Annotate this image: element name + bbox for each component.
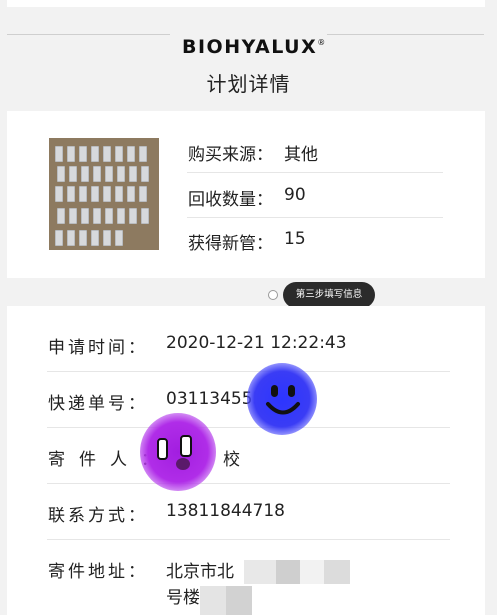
summary-card: 购买来源： 其他 回收数量： 90 获得新管： 15 — [7, 111, 485, 278]
privacy-mosaic — [244, 560, 276, 584]
privacy-mosaic — [226, 586, 252, 615]
tube-icon — [117, 166, 125, 182]
tube-icon — [115, 146, 123, 162]
tube-icon — [91, 146, 99, 162]
summary-value: 90 — [284, 185, 306, 205]
summary-label: 回收数量： — [188, 190, 273, 210]
brand-logo: BIOHYALUX® — [182, 36, 327, 58]
page-title: 计划详情 — [206, 72, 291, 96]
tube-icon — [139, 146, 147, 162]
tube-icon — [67, 186, 75, 202]
tube-icon — [79, 146, 87, 162]
summary-value: 15 — [284, 229, 306, 249]
sticker-eye — [180, 435, 192, 457]
tube-icon — [115, 230, 123, 246]
detail-label: 快递单号： — [48, 394, 148, 414]
tube-icon — [79, 230, 87, 246]
sticker-tongue — [176, 458, 190, 470]
tube-icon — [55, 146, 63, 162]
summary-row-source: 购买来源： 其他 — [187, 128, 443, 173]
tube-icon — [103, 230, 111, 246]
summary-label: 购买来源： — [188, 145, 273, 165]
product-photo[interactable] — [49, 138, 159, 250]
tube-icon — [57, 208, 65, 224]
tube-icon — [141, 166, 149, 182]
detail-row-apply-time: 申请时间： 2020-12-21 12:22:43 — [47, 316, 450, 372]
tube-icon — [105, 166, 113, 182]
summary-label: 获得新管： — [188, 234, 273, 254]
tube-icon — [139, 186, 147, 202]
detail-value-line2: 号楼 — [166, 588, 200, 608]
divider-right — [327, 34, 484, 35]
smiley-sticker-icon — [247, 363, 317, 435]
detail-label: 联系方式： — [48, 506, 148, 526]
tube-icon — [91, 186, 99, 202]
tube-icon — [115, 186, 123, 202]
tube-icon — [81, 166, 89, 182]
tube-icon — [105, 208, 113, 224]
detail-value: 2020-12-21 12:22:43 — [166, 333, 347, 353]
tube-icon — [103, 146, 111, 162]
detail-value: 北京市北 — [166, 562, 234, 582]
brand-header: BIOHYALUX® — [0, 34, 497, 68]
sticker-eye — [157, 438, 168, 460]
tube-icon — [129, 208, 137, 224]
tube-icon — [79, 186, 87, 202]
tube-icon — [117, 208, 125, 224]
tube-icon — [141, 208, 149, 224]
tube-icon — [81, 208, 89, 224]
tube-icon — [91, 230, 99, 246]
tube-icon — [93, 166, 101, 182]
privacy-mosaic — [276, 560, 300, 584]
detail-row-contact: 联系方式： 13811844718 — [47, 484, 450, 540]
step-indicator-dot — [268, 290, 278, 300]
summary-row-new-tubes: 获得新管： 15 — [187, 217, 443, 261]
silly-face-sticker-icon — [140, 413, 216, 491]
privacy-mosaic — [324, 560, 350, 584]
privacy-mosaic — [300, 560, 324, 584]
tube-icon — [69, 208, 77, 224]
privacy-mosaic — [200, 586, 226, 615]
tube-icon — [69, 166, 77, 182]
tube-icon — [67, 146, 75, 162]
summary-value: 其他 — [284, 145, 318, 165]
tube-icon — [93, 208, 101, 224]
detail-value: 13811844718 — [166, 501, 285, 521]
summary-row-quantity: 回收数量： 90 — [187, 173, 443, 218]
tube-icon — [127, 146, 135, 162]
tube-icon — [55, 230, 63, 246]
detail-value: 校 — [223, 450, 240, 470]
detail-label: 寄件地址： — [48, 562, 148, 582]
sticker-smile — [266, 402, 300, 415]
tube-icon — [67, 230, 75, 246]
sticker-eye — [288, 385, 295, 397]
step-badge: 第三步填写信息 — [283, 282, 375, 308]
detail-label: 申请时间： — [48, 338, 148, 358]
tube-icon — [57, 166, 65, 182]
top-card-edge — [7, 0, 485, 7]
tube-icon — [127, 186, 135, 202]
detail-row-sender: 寄件人： 校 — [47, 428, 450, 484]
sticker-eye — [271, 385, 278, 397]
tube-icon — [55, 186, 63, 202]
tube-icon — [129, 166, 137, 182]
divider-left — [7, 34, 170, 35]
tube-icon — [103, 186, 111, 202]
